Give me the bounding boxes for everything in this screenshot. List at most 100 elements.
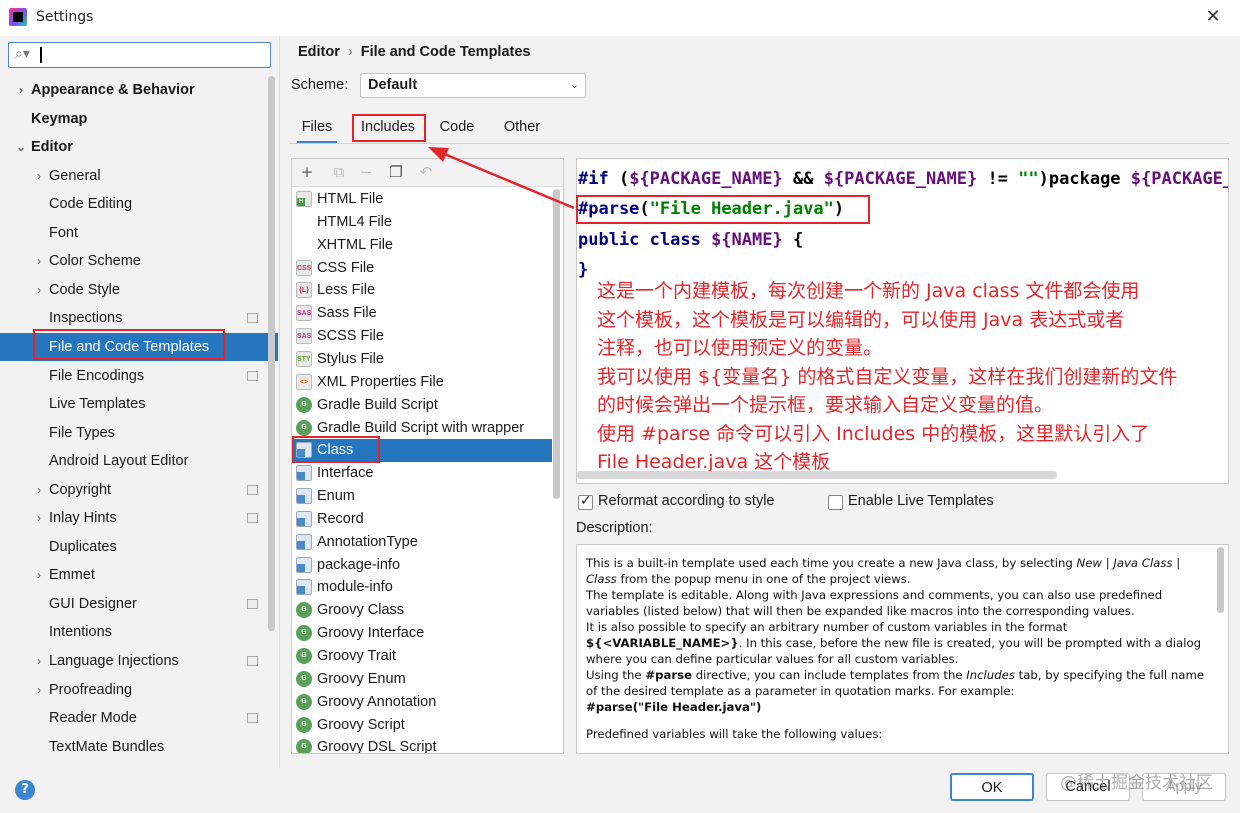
sidebar-item-reader-mode[interactable]: Reader Mode (0, 704, 278, 732)
template-item[interactable]: CSS CSS File (292, 257, 552, 280)
ok-button[interactable]: OK (950, 773, 1034, 801)
sidebar-item-file-and-code-templates[interactable]: File and Code Templates (0, 332, 278, 361)
remove-template-icon[interactable]: − (356, 162, 376, 182)
reset-template-icon[interactable]: ↶ (416, 162, 436, 182)
help-icon[interactable]: ? (15, 780, 35, 800)
sidebar-item-code-editing[interactable]: Code Editing (0, 190, 278, 218)
chevron-right-icon[interactable]: › (14, 76, 28, 104)
sidebar-item-intentions[interactable]: Intentions (0, 618, 278, 646)
breadcrumb: Editor › File and Code Templates (298, 44, 530, 60)
sidebar-item-textmate-bundles[interactable]: TextMate Bundles (0, 733, 278, 761)
template-item[interactable]: SASS Sass File (292, 302, 552, 325)
tab-includes[interactable]: Includes (354, 114, 422, 144)
template-item-label: XML Properties File (317, 373, 444, 390)
copy-template-icon[interactable]: ⧉ (329, 162, 349, 182)
java-file-icon (296, 465, 312, 482)
template-item[interactable]: STYL Stylus File (292, 348, 552, 371)
chevron-right-icon[interactable]: › (32, 561, 46, 589)
templates-scrollbar[interactable] (553, 189, 560, 499)
groovy-file-icon: G (296, 648, 312, 664)
sidebar-item-proofreading[interactable]: › Proofreading (0, 676, 278, 704)
template-item-label: Record (317, 510, 364, 527)
code-line-1: #if (${PACKAGE_NAME} && ${PACKAGE_NAME} … (578, 169, 1228, 189)
chevron-right-icon[interactable]: › (32, 476, 46, 504)
editor-horizontal-scrollbar[interactable] (577, 471, 1057, 479)
chevron-right-icon[interactable]: › (32, 504, 46, 532)
add-template-icon[interactable]: + (297, 162, 317, 182)
sidebar-item-font[interactable]: Font (0, 219, 278, 247)
tab-code[interactable]: Code (434, 114, 480, 144)
template-item[interactable]: G Groovy Annotation (292, 691, 552, 714)
java-file-icon (296, 442, 312, 459)
reformat-checkbox[interactable] (578, 493, 593, 510)
sidebar-item-general[interactable]: › General (0, 162, 278, 190)
template-item-label: Stylus File (317, 350, 384, 367)
template-item[interactable]: {L} Less File (292, 279, 552, 302)
sidebar-item-android-layout-editor[interactable]: Android Layout Editor (0, 447, 278, 475)
sidebar-item-keymap[interactable]: Keymap (0, 105, 278, 133)
template-item-label: Interface (317, 465, 374, 482)
sidebar-item-language-injections[interactable]: › Language Injections (0, 647, 278, 675)
sidebar-item-emmet[interactable]: › Emmet (0, 561, 278, 589)
template-item[interactable]: G Gradle Build Script (292, 394, 552, 417)
chevron-right-icon[interactable]: › (32, 676, 46, 704)
live-templates-label[interactable]: Enable Live Templates (848, 493, 994, 509)
template-item[interactable]: XHTML File (292, 234, 552, 257)
template-editor[interactable]: #if (${PACKAGE_NAME} && ${PACKAGE_NAME} … (576, 158, 1229, 484)
close-icon[interactable]: ✕ (1203, 6, 1223, 27)
template-item[interactable]: Class (292, 439, 552, 463)
gradle-file-icon: G (296, 419, 312, 436)
template-item[interactable]: package-info (292, 554, 552, 577)
sidebar-item-inspections[interactable]: Inspections (0, 304, 278, 332)
chevron-right-icon[interactable]: › (32, 162, 46, 190)
search-icon: ⌕▾ (15, 46, 30, 62)
tab-files[interactable]: Files (297, 114, 337, 144)
sidebar-item-inlay-hints[interactable]: › Inlay Hints (0, 504, 278, 532)
chevron-right-icon[interactable]: › (32, 276, 46, 304)
sidebar-item-file-encodings[interactable]: File Encodings (0, 362, 278, 390)
sidebar-item-file-types[interactable]: File Types (0, 419, 278, 447)
sidebar-item-color-scheme[interactable]: › Color Scheme (0, 247, 278, 275)
template-item[interactable]: HTML File (292, 188, 552, 211)
breadcrumb-parent[interactable]: Editor (298, 44, 340, 60)
template-item[interactable]: <> XML Properties File (292, 371, 552, 394)
template-item[interactable]: G Groovy Script (292, 714, 552, 737)
sidebar-item-label: Intentions (49, 624, 112, 641)
template-item[interactable]: G Groovy Interface (292, 622, 552, 645)
template-item[interactable]: G Groovy Class (292, 599, 552, 622)
sidebar-item-label: Copyright (49, 481, 112, 498)
template-item[interactable]: AnnotationType (292, 531, 552, 554)
chevron-right-icon[interactable]: › (32, 647, 46, 675)
description-label: Description: (576, 520, 653, 536)
template-item[interactable]: G Gradle Build Script with wrapper (292, 417, 552, 440)
sidebar-item-code-style[interactable]: › Code Style (0, 276, 278, 304)
template-item-label: Less File (317, 282, 376, 299)
sidebar-scrollbar[interactable] (268, 76, 275, 631)
sidebar-item-appearance-behavior[interactable]: › Appearance & Behavior (0, 76, 278, 104)
template-item[interactable]: G Groovy Enum (292, 668, 552, 691)
template-item[interactable]: SASS SCSS File (292, 325, 552, 348)
template-item[interactable]: Interface (292, 462, 552, 485)
sidebar-item-gui-designer[interactable]: GUI Designer (0, 590, 278, 618)
sidebar-item-label: File Encodings (49, 367, 145, 384)
template-item[interactable]: G Groovy DSL Script (292, 736, 552, 753)
scheme-dropdown[interactable]: Default ⌄ (360, 73, 586, 98)
sidebar-item-live-templates[interactable]: Live Templates (0, 390, 278, 418)
search-input[interactable]: ⌕▾ (8, 42, 271, 68)
template-item[interactable]: module-info (292, 576, 552, 599)
chevron-down-icon[interactable]: ⌄ (14, 133, 28, 161)
tab-other[interactable]: Other (497, 114, 547, 144)
reformat-label[interactable]: Reformat according to style (598, 493, 775, 509)
chevron-right-icon[interactable]: › (32, 247, 46, 275)
template-item[interactable]: G Groovy Trait (292, 645, 552, 668)
template-item[interactable]: Record (292, 508, 552, 531)
live-templates-checkbox[interactable] (828, 495, 843, 510)
sidebar-item-duplicates[interactable]: Duplicates (0, 533, 278, 561)
duplicate-template-icon[interactable]: ❐ (386, 162, 406, 182)
template-item[interactable]: Enum (292, 485, 552, 508)
groovy-file-icon: G (296, 716, 312, 733)
template-item[interactable]: HTML4 File (292, 211, 552, 234)
sidebar-item-editor[interactable]: ⌄ Editor (0, 133, 278, 161)
sidebar-item-copyright[interactable]: › Copyright (0, 476, 278, 504)
description-scrollbar[interactable] (1217, 547, 1224, 613)
